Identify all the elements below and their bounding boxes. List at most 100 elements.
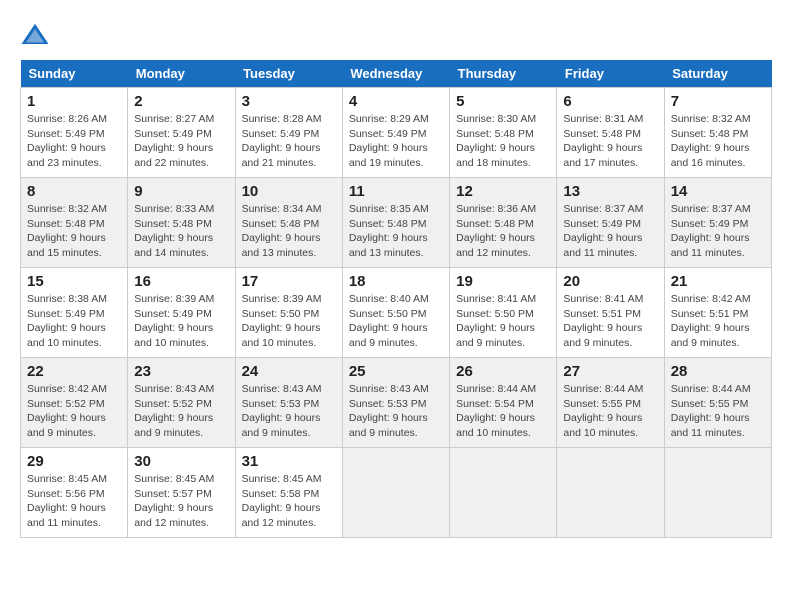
day-number: 18 [349, 273, 443, 290]
table-row: 11 Sunrise: 8:35 AMSunset: 5:48 PMDayligh… [342, 178, 449, 268]
day-number: 29 [27, 453, 121, 470]
day-number: 24 [242, 363, 336, 380]
calendar-row-4: 22 Sunrise: 8:42 AMSunset: 5:52 PMDayligh… [21, 358, 772, 448]
table-row: 2 Sunrise: 8:27 AMSunset: 5:49 PMDaylight… [128, 88, 235, 178]
day-detail: Sunrise: 8:33 AMSunset: 5:48 PMDaylight:… [134, 202, 228, 261]
day-detail: Sunrise: 8:32 AMSunset: 5:48 PMDaylight:… [27, 202, 121, 261]
table-row: 30 Sunrise: 8:45 AMSunset: 5:57 PMDayligh… [128, 448, 235, 538]
day-number: 20 [563, 273, 657, 290]
table-row: 14Sunrise: 8:37 AMSunset: 5:49 PMDayligh… [664, 178, 771, 268]
weekday-header-monday: Monday [128, 60, 235, 88]
day-number: 22 [27, 363, 121, 380]
table-row: 12 Sunrise: 8:36 AMSunset: 5:48 PMDayligh… [450, 178, 557, 268]
table-row: 6 Sunrise: 8:31 AMSunset: 5:48 PMDaylight… [557, 88, 664, 178]
day-number: 3 [242, 93, 336, 110]
table-row: 18 Sunrise: 8:40 AMSunset: 5:50 PMDayligh… [342, 268, 449, 358]
weekday-header-sunday: Sunday [21, 60, 128, 88]
day-detail: Sunrise: 8:40 AMSunset: 5:50 PMDaylight:… [349, 292, 443, 351]
day-detail: Sunrise: 8:27 AMSunset: 5:49 PMDaylight:… [134, 112, 228, 171]
day-detail: Sunrise: 8:39 AMSunset: 5:50 PMDaylight:… [242, 292, 336, 351]
weekday-header-thursday: Thursday [450, 60, 557, 88]
day-number: 17 [242, 273, 336, 290]
table-row: 10 Sunrise: 8:34 AMSunset: 5:48 PMDayligh… [235, 178, 342, 268]
day-number: 10 [242, 183, 336, 200]
table-row: 27Sunrise: 8:44 AMSunset: 5:55 PMDayligh… [557, 358, 664, 448]
day-detail: Sunrise: 8:36 AMSunset: 5:48 PMDaylight:… [456, 202, 550, 261]
day-detail: Sunrise: 8:28 AMSunset: 5:49 PMDaylight:… [242, 112, 336, 171]
day-detail: Sunrise: 8:42 AMSunset: 5:52 PMDaylight:… [27, 382, 121, 441]
table-row [342, 448, 449, 538]
day-number: 14 [671, 183, 765, 200]
weekday-header-row: SundayMondayTuesdayWednesdayThursdayFrid… [21, 60, 772, 88]
day-detail: Sunrise: 8:43 AMSunset: 5:52 PMDaylight:… [134, 382, 228, 441]
day-detail: Sunrise: 8:42 AMSunset: 5:51 PMDaylight:… [671, 292, 765, 351]
day-detail: Sunrise: 8:26 AMSunset: 5:49 PMDaylight:… [27, 112, 121, 171]
table-row: 28 Sunrise: 8:44 AMSunset: 5:55 PMDayligh… [664, 358, 771, 448]
day-detail: Sunrise: 8:45 AMSunset: 5:56 PMDaylight:… [27, 472, 121, 531]
weekday-header-wednesday: Wednesday [342, 60, 449, 88]
table-row: 9Sunrise: 8:33 AMSunset: 5:48 PMDaylight… [128, 178, 235, 268]
table-row: 29 Sunrise: 8:45 AMSunset: 5:56 PMDayligh… [21, 448, 128, 538]
table-row: 17 Sunrise: 8:39 AMSunset: 5:50 PMDayligh… [235, 268, 342, 358]
day-number: 25 [349, 363, 443, 380]
day-number: 30 [134, 453, 228, 470]
table-row: 20Sunrise: 8:41 AMSunset: 5:51 PMDayligh… [557, 268, 664, 358]
day-number: 16 [134, 273, 228, 290]
table-row: 8Sunrise: 8:32 AMSunset: 5:48 PMDaylight… [21, 178, 128, 268]
table-row: 26 Sunrise: 8:44 AMSunset: 5:54 PMDayligh… [450, 358, 557, 448]
page-header [20, 20, 772, 50]
day-number: 7 [671, 93, 765, 110]
calendar-row-3: 15 Sunrise: 8:38 AMSunset: 5:49 PMDayligh… [21, 268, 772, 358]
day-detail: Sunrise: 8:31 AMSunset: 5:48 PMDaylight:… [563, 112, 657, 171]
day-detail: Sunrise: 8:30 AMSunset: 5:48 PMDaylight:… [456, 112, 550, 171]
table-row: 7 Sunrise: 8:32 AMSunset: 5:48 PMDaylight… [664, 88, 771, 178]
day-detail: Sunrise: 8:34 AMSunset: 5:48 PMDaylight:… [242, 202, 336, 261]
day-detail: Sunrise: 8:43 AMSunset: 5:53 PMDaylight:… [242, 382, 336, 441]
day-number: 4 [349, 93, 443, 110]
calendar-row-5: 29 Sunrise: 8:45 AMSunset: 5:56 PMDayligh… [21, 448, 772, 538]
table-row: 24 Sunrise: 8:43 AMSunset: 5:53 PMDayligh… [235, 358, 342, 448]
calendar-header: SundayMondayTuesdayWednesdayThursdayFrid… [21, 60, 772, 88]
day-number: 26 [456, 363, 550, 380]
day-number: 13 [563, 183, 657, 200]
calendar-row-2: 8Sunrise: 8:32 AMSunset: 5:48 PMDaylight… [21, 178, 772, 268]
table-row: 23Sunrise: 8:43 AMSunset: 5:52 PMDayligh… [128, 358, 235, 448]
table-row [450, 448, 557, 538]
day-number: 5 [456, 93, 550, 110]
table-row: 21 Sunrise: 8:42 AMSunset: 5:51 PMDayligh… [664, 268, 771, 358]
day-number: 2 [134, 93, 228, 110]
table-row: 19 Sunrise: 8:41 AMSunset: 5:50 PMDayligh… [450, 268, 557, 358]
day-number: 28 [671, 363, 765, 380]
day-detail: Sunrise: 8:29 AMSunset: 5:49 PMDaylight:… [349, 112, 443, 171]
day-number: 15 [27, 273, 121, 290]
table-row: 5 Sunrise: 8:30 AMSunset: 5:48 PMDaylight… [450, 88, 557, 178]
calendar-table: SundayMondayTuesdayWednesdayThursdayFrid… [20, 60, 772, 538]
day-detail: Sunrise: 8:32 AMSunset: 5:48 PMDaylight:… [671, 112, 765, 171]
day-number: 19 [456, 273, 550, 290]
day-number: 31 [242, 453, 336, 470]
calendar-row-1: 1 Sunrise: 8:26 AMSunset: 5:49 PMDaylight… [21, 88, 772, 178]
table-row: 25Sunrise: 8:43 AMSunset: 5:53 PMDayligh… [342, 358, 449, 448]
day-number: 6 [563, 93, 657, 110]
table-row: 15 Sunrise: 8:38 AMSunset: 5:49 PMDayligh… [21, 268, 128, 358]
day-number: 1 [27, 93, 121, 110]
day-number: 12 [456, 183, 550, 200]
day-number: 27 [563, 363, 657, 380]
table-row: 3 Sunrise: 8:28 AMSunset: 5:49 PMDaylight… [235, 88, 342, 178]
table-row: 22 Sunrise: 8:42 AMSunset: 5:52 PMDayligh… [21, 358, 128, 448]
logo-icon [20, 20, 50, 50]
weekday-header-friday: Friday [557, 60, 664, 88]
day-number: 21 [671, 273, 765, 290]
logo [20, 20, 54, 50]
calendar-body: 1 Sunrise: 8:26 AMSunset: 5:49 PMDaylight… [21, 88, 772, 538]
table-row: 13Sunrise: 8:37 AMSunset: 5:49 PMDayligh… [557, 178, 664, 268]
day-detail: Sunrise: 8:44 AMSunset: 5:54 PMDaylight:… [456, 382, 550, 441]
day-detail: Sunrise: 8:35 AMSunset: 5:48 PMDaylight:… [349, 202, 443, 261]
day-number: 11 [349, 183, 443, 200]
weekday-header-tuesday: Tuesday [235, 60, 342, 88]
day-detail: Sunrise: 8:44 AMSunset: 5:55 PMDaylight:… [671, 382, 765, 441]
day-detail: Sunrise: 8:41 AMSunset: 5:50 PMDaylight:… [456, 292, 550, 351]
day-detail: Sunrise: 8:45 AMSunset: 5:57 PMDaylight:… [134, 472, 228, 531]
table-row [557, 448, 664, 538]
day-detail: Sunrise: 8:38 AMSunset: 5:49 PMDaylight:… [27, 292, 121, 351]
